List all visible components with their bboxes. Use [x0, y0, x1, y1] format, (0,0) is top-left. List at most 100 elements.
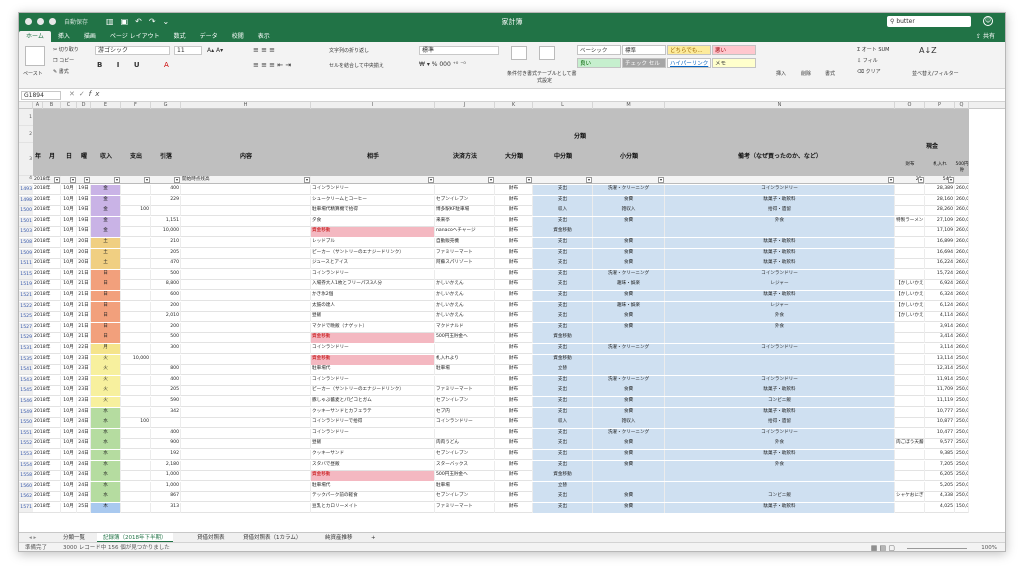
wallet-balance-cell[interactable]: 9,577 — [925, 439, 955, 450]
payment-cell[interactable]: 財布 — [495, 227, 533, 238]
note-cell[interactable] — [895, 195, 925, 206]
category-small-cell[interactable] — [665, 354, 895, 365]
bill-balance-cell[interactable]: 250,000 — [955, 365, 969, 376]
column-header-p[interactable]: P — [925, 102, 955, 109]
content-cell[interactable]: レッドブル — [311, 238, 435, 248]
year-cell[interactable]: 2018年 — [33, 354, 61, 365]
note-cell[interactable]: 特製ラーメンと黒豚焼売 — [895, 216, 925, 227]
income-cell[interactable]: 100 — [121, 418, 151, 429]
weekday-cell[interactable]: 水 — [91, 407, 121, 418]
bill-balance-cell[interactable]: 250,000 — [955, 439, 969, 450]
year-cell[interactable]: 2018年 — [33, 301, 61, 312]
category-small-cell[interactable]: コインランドリー — [665, 185, 895, 195]
row-number[interactable]: 1558 — [19, 471, 33, 482]
category-mid-cell[interactable]: 食費 — [593, 407, 665, 418]
wallet-balance-cell[interactable]: 16,899 — [925, 238, 955, 248]
transfer-cell[interactable] — [181, 216, 311, 227]
row-number[interactable]: 1498 — [19, 195, 33, 206]
bill-balance-cell[interactable]: 260,000 — [955, 259, 969, 270]
payment-cell[interactable]: 財布 — [495, 195, 533, 206]
day-cell[interactable]: 21日 — [77, 312, 91, 323]
row-number[interactable]: 1549 — [19, 407, 33, 418]
expense-cell[interactable]: 8,800 — [151, 280, 181, 291]
bill-balance-cell[interactable]: 250,000 — [955, 418, 969, 429]
income-cell[interactable]: 10,000 — [121, 354, 151, 365]
day-cell[interactable]: 24日 — [77, 471, 91, 482]
partner-cell[interactable]: ファミリーマート — [435, 386, 495, 397]
row-number[interactable]: 1493 — [19, 185, 33, 195]
content-cell[interactable]: ピーカー（サントリーのエナジードリンク） — [311, 386, 435, 397]
content-cell[interactable]: 駐車場代 — [311, 365, 435, 376]
month-cell[interactable]: 10月 — [61, 450, 77, 460]
content-cell[interactable]: マクドで晩飯（ナゲット） — [311, 322, 435, 333]
note-cell[interactable] — [895, 460, 925, 471]
category-small-cell[interactable]: コンビニ飯 — [665, 492, 895, 503]
row-number[interactable]: 1501 — [19, 216, 33, 227]
filter-dropdown-icon[interactable]: ▾ — [84, 177, 90, 183]
content-cell[interactable]: 昼飯 — [311, 439, 435, 450]
day-cell[interactable]: 24日 — [77, 418, 91, 429]
category-big-cell[interactable]: 資金移動 — [533, 471, 593, 482]
column-header-l[interactable]: L — [533, 102, 593, 109]
column-header-q[interactable]: Q — [955, 102, 969, 109]
wallet-balance-cell[interactable]: 17,109 — [925, 227, 955, 238]
category-mid-cell[interactable]: 趣味・娯楽 — [593, 301, 665, 312]
bill-balance-cell[interactable]: 250,000 — [955, 407, 969, 418]
autosave-label[interactable]: 自動保存 — [64, 17, 88, 26]
partner-cell[interactable]: 駐車場 — [435, 481, 495, 492]
table-format-button[interactable]: テーブルとして書式設定 — [537, 70, 577, 84]
category-small-cell[interactable]: レジャー — [665, 280, 895, 291]
payment-cell[interactable]: 財布 — [495, 375, 533, 386]
day-cell[interactable]: 21日 — [77, 269, 91, 280]
month-cell[interactable]: 10月 — [61, 439, 77, 450]
style-bad[interactable]: 悪い — [712, 45, 756, 55]
content-cell[interactable]: コインランドリー — [311, 269, 435, 280]
style-good[interactable]: 良い — [577, 58, 621, 68]
row-number[interactable]: 1500 — [19, 206, 33, 217]
note-cell[interactable] — [895, 407, 925, 418]
row-number[interactable]: 1531 — [19, 344, 33, 354]
tab-home[interactable]: ホーム — [19, 31, 51, 42]
filter-dropdown-icon[interactable]: ▾ — [888, 177, 894, 183]
wallet-balance-cell[interactable]: 10,877 — [925, 418, 955, 429]
expense-cell[interactable]: 800 — [151, 365, 181, 376]
bill-balance-cell[interactable]: 260,000 — [955, 227, 969, 238]
expense-cell[interactable]: 200 — [151, 322, 181, 333]
expense-cell[interactable]: 500 — [151, 333, 181, 344]
payment-cell[interactable]: 財布 — [495, 206, 533, 217]
partner-cell[interactable]: かしいかえん — [435, 312, 495, 323]
day-cell[interactable]: 24日 — [77, 439, 91, 450]
expense-cell[interactable]: 2,180 — [151, 460, 181, 471]
wallet-balance-cell[interactable]: 28,389 — [925, 185, 955, 195]
content-cell[interactable]: 太鼓の達人 — [311, 301, 435, 312]
year-cell[interactable]: 2018年 — [33, 481, 61, 492]
row-number[interactable]: 1525 — [19, 312, 33, 323]
note-cell[interactable]: 【かしいかえん】 — [895, 291, 925, 301]
month-cell[interactable]: 10月 — [61, 460, 77, 471]
year-cell[interactable]: 2018年 — [33, 418, 61, 429]
row-number[interactable]: 3 — [19, 143, 33, 176]
enter-icon[interactable]: ✓ — [79, 90, 89, 98]
filter-dropdown-icon[interactable]: ▾ — [174, 177, 180, 183]
payment-cell[interactable]: 財布 — [495, 312, 533, 323]
note-cell[interactable] — [895, 450, 925, 460]
partner-cell[interactable]: セブンイレブン — [435, 450, 495, 460]
partner-cell[interactable] — [435, 185, 495, 195]
income-cell[interactable] — [121, 333, 151, 344]
weekday-cell[interactable]: 水 — [91, 492, 121, 503]
day-cell[interactable]: 22日 — [77, 344, 91, 354]
transfer-cell[interactable] — [181, 322, 311, 333]
year-cell[interactable]: 2018年 — [33, 460, 61, 471]
income-cell[interactable] — [121, 280, 151, 291]
partner-cell[interactable]: 阿蘇スパリゾート — [435, 259, 495, 270]
year-cell[interactable]: 2018年 — [33, 322, 61, 333]
payment-cell[interactable]: 財布 — [495, 397, 533, 407]
day-cell[interactable]: 23日 — [77, 354, 91, 365]
partner-cell[interactable]: スターバックス — [435, 460, 495, 471]
row-number[interactable]: 1546 — [19, 397, 33, 407]
day-cell[interactable]: 21日 — [77, 333, 91, 344]
note-cell[interactable] — [895, 428, 925, 439]
wallet-balance-cell[interactable]: 4,114 — [925, 312, 955, 323]
note-cell[interactable] — [895, 322, 925, 333]
content-cell[interactable]: 資金移動 — [311, 471, 435, 482]
